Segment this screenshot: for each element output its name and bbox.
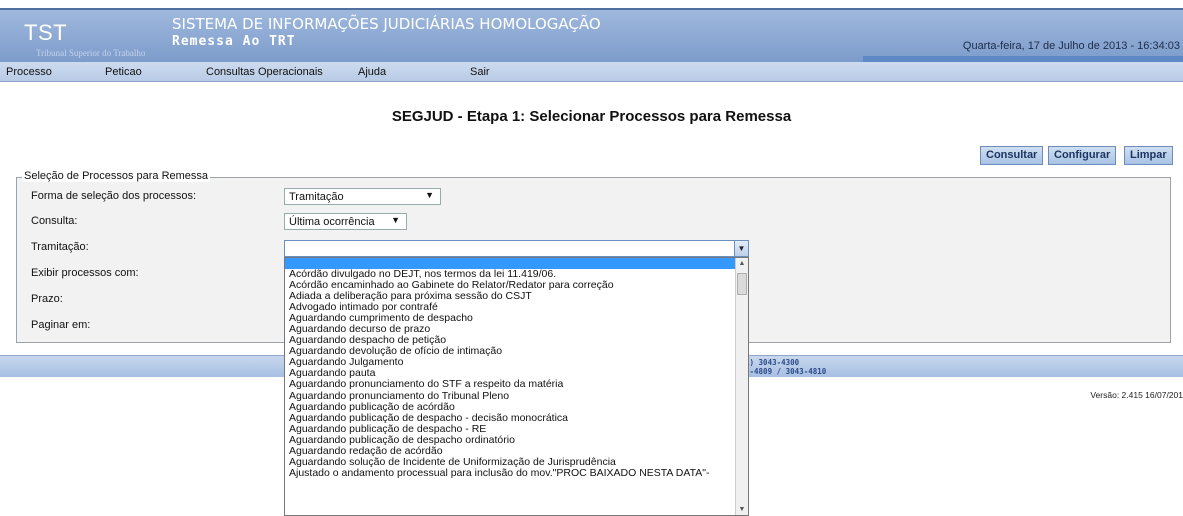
dropdown-option[interactable]: Aguardando devolução de ofício de intima… — [289, 346, 733, 357]
consulta-select[interactable]: Última ocorrência ▼ — [284, 213, 407, 230]
menu-processo[interactable]: Processo — [6, 66, 52, 78]
dropdown-option[interactable]: Aguardando decurso de prazo — [289, 324, 733, 335]
dropdown-option[interactable]: Aguardando publicação de despacho - RE — [289, 424, 733, 435]
tramitacao-label: Tramitação: — [31, 241, 89, 253]
paginar-label: Paginar em: — [31, 319, 91, 331]
prazo-label: Prazo: — [31, 293, 63, 305]
scroll-up-icon[interactable]: ▲ — [737, 260, 747, 270]
dropdown-option[interactable]: Aguardando cumprimento de despacho — [289, 313, 733, 324]
system-subtitle: Remessa Ao TRT — [172, 34, 296, 49]
scroll-thumb[interactable] — [737, 273, 747, 295]
dropdown-option[interactable]: Aguardando solução de Incidente de Unifo… — [289, 457, 733, 468]
dropdown-option[interactable]: Acórdão divulgado no DEJT, nos termos da… — [289, 269, 733, 280]
dropdown-option[interactable]: Ajustado o andamento processual para inc… — [289, 468, 733, 479]
dropdown-option[interactable]: Aguardando publicação de despacho - deci… — [289, 413, 733, 424]
dropdown-option[interactable]: Aguardando despacho de petição — [289, 335, 733, 346]
fieldset-legend: Seleção de Processos para Remessa — [22, 170, 211, 182]
scroll-down-icon[interactable]: ▼ — [737, 506, 747, 515]
menu-peticao[interactable]: Peticao — [105, 66, 142, 78]
dropdown-selected-empty-option[interactable] — [285, 258, 736, 269]
tst-logo-subtitle: Tribunal Superior do Trabalho — [36, 48, 146, 58]
dropdown-option[interactable]: Aguardando publicação de despacho ordina… — [289, 435, 733, 446]
chevron-down-icon[interactable]: ▼ — [734, 241, 748, 256]
limpar-button[interactable]: Limpar — [1124, 146, 1173, 165]
forma-label: Forma de seleção dos processos: — [31, 190, 197, 202]
main-menubar: Processo Peticao Consultas Operacionais … — [0, 62, 1183, 82]
dropdown-option[interactable]: Aguardando pronunciamento do STF a respe… — [289, 379, 733, 390]
app-header: TST Tribunal Superior do Trabalho SISTEM… — [0, 8, 1183, 64]
chevron-down-icon: ▼ — [425, 190, 434, 200]
dropdown-option[interactable]: Advogado intimado por contrafé — [289, 302, 733, 313]
top-margin — [0, 0, 1183, 8]
forma-select-value: Tramitação — [289, 191, 344, 203]
tst-logo: TST — [24, 20, 68, 45]
dropdown-option[interactable]: Acórdão encaminhado ao Gabinete do Relat… — [289, 280, 733, 291]
menu-consultas-operacionais[interactable]: Consultas Operacionais — [206, 66, 323, 78]
configurar-button[interactable]: Configurar — [1048, 146, 1117, 165]
dropdown-options: Acórdão divulgado no DEJT, nos termos da… — [289, 269, 733, 479]
dropdown-scrollbar[interactable]: ▲ ▼ — [735, 258, 748, 515]
tramitacao-dropdown-list[interactable]: Acórdão divulgado no DEJT, nos termos da… — [284, 257, 749, 516]
chevron-down-icon: ▼ — [391, 215, 400, 225]
consultar-button[interactable]: Consultar — [980, 146, 1044, 165]
dropdown-option[interactable]: Aguardando pronunciamento do Tribunal Pl… — [289, 391, 733, 402]
exibir-label: Exibir processos com: — [31, 267, 139, 279]
current-datetime: Quarta-feira, 17 de Julho de 2013 - 16:3… — [962, 40, 1180, 52]
consulta-select-value: Última ocorrência — [289, 216, 375, 228]
dropdown-option[interactable]: Aguardando publicação de acórdão — [289, 402, 733, 413]
forma-select[interactable]: Tramitação ▼ — [284, 188, 441, 205]
dropdown-option[interactable]: Aguardando Julgamento — [289, 357, 733, 368]
footer-phone-2: 3-4809 / 3043-4810 — [745, 367, 827, 376]
dropdown-option[interactable]: Adiada a deliberação para próxima sessão… — [289, 291, 733, 302]
page-title: SEGJUD - Etapa 1: Selecionar Processos p… — [391, 108, 792, 125]
dropdown-option[interactable]: Aguardando redação de acórdão — [289, 446, 733, 457]
menu-ajuda[interactable]: Ajuda — [358, 66, 386, 78]
tramitacao-select[interactable]: ▼ — [284, 240, 749, 257]
consulta-label: Consulta: — [31, 215, 78, 227]
menu-sair[interactable]: Sair — [470, 66, 490, 78]
dropdown-option[interactable]: Aguardando pauta — [289, 368, 733, 379]
footer-phone-1: 1) 3043-4300 — [745, 358, 800, 367]
system-title: SISTEMA DE INFORMAÇÕES JUDICIÁRIAS HOMOL… — [172, 15, 601, 33]
version-label: Versão: 2.415 16/07/201 — [1090, 390, 1183, 400]
